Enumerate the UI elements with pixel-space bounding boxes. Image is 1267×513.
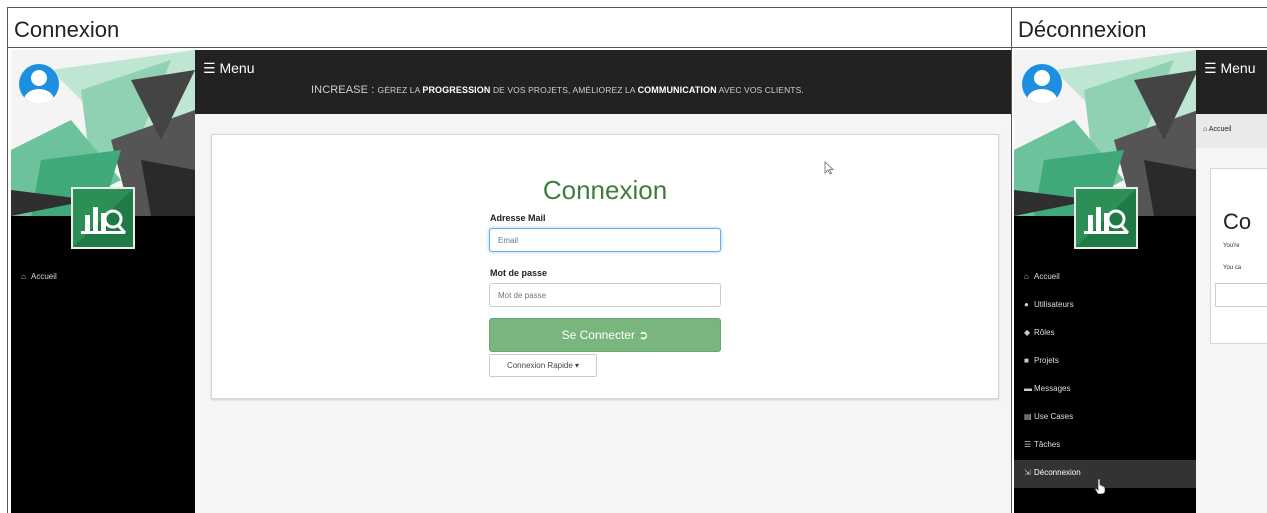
email-label: Adresse Mail	[490, 213, 546, 223]
sign-in-icon: ➲	[638, 328, 649, 342]
login-submit-button[interactable]: Se Connecter ➲	[489, 318, 721, 352]
user-icon: ●	[1024, 300, 1029, 309]
hand-cursor-icon	[1094, 478, 1106, 494]
top-navbar: ☰ Menu INCREASE : GÉREZ LA PROGRESSION D…	[195, 50, 1011, 114]
column-header-connexion: Connexion	[8, 8, 1012, 48]
sidebar-item-messages[interactable]: ▬ Messages	[1014, 376, 1196, 404]
deconnexion-screenshot: ⌂ Accueil ● Utilisateurs ◆ Rôles ■ Projets ▬…	[1012, 48, 1267, 513]
app-logo-icon	[1074, 187, 1138, 249]
caret-down-icon: ▾	[575, 361, 580, 370]
sidebar-item-taches[interactable]: ☰ Tâches	[1014, 432, 1196, 460]
tag-icon: ◆	[1024, 328, 1031, 337]
sidebar-nav: ⌂ Accueil	[11, 264, 195, 292]
book-icon: ■	[1024, 356, 1029, 365]
login-card: Connexion Adresse Mail Mot de passe Se C…	[211, 134, 999, 399]
app-tagline: INCREASE : GÉREZ LA PROGRESSION DE VOS P…	[311, 84, 804, 96]
sidebar-item-accueil[interactable]: ⌂ Accueil	[1014, 264, 1196, 292]
sign-out-icon: ⇲	[1024, 468, 1031, 477]
logout-card: Co You're You ca	[1210, 168, 1267, 344]
main-area: ☰ Menu ⌂ Accueil Co You're You ca	[1196, 50, 1267, 513]
user-avatar-icon	[1022, 64, 1062, 104]
sidebar-item-roles[interactable]: ◆ Rôles	[1014, 320, 1196, 348]
briefcase-icon: ▤	[1024, 412, 1032, 421]
hamburger-icon: ☰	[203, 60, 216, 76]
sidebar-item-accueil[interactable]: ⌂ Accueil	[11, 264, 195, 292]
sidebar-item-projets[interactable]: ■ Projets	[1014, 348, 1196, 376]
doc-table: Connexion Déconnexion ⌂ Accueil ☰ Menu I…	[7, 7, 1267, 513]
sidebar: ⌂ Accueil	[11, 50, 195, 513]
comment-icon: ▬	[1024, 384, 1032, 393]
app-logo-icon	[71, 187, 135, 249]
quick-login-dropdown[interactable]: Connexion Rapide ▾	[489, 354, 597, 377]
mouse-pointer-icon	[824, 161, 834, 175]
sidebar-nav: ⌂ Accueil ● Utilisateurs ◆ Rôles ■ Projets ▬…	[1014, 264, 1196, 488]
password-label: Mot de passe	[490, 268, 548, 278]
sidebar-item-utilisateurs[interactable]: ● Utilisateurs	[1014, 292, 1196, 320]
logout-message-line2: You ca	[1223, 265, 1242, 271]
password-input[interactable]	[489, 283, 721, 307]
top-navbar: ☰ Menu	[1196, 50, 1267, 114]
main-area: ☰ Menu INCREASE : GÉREZ LA PROGRESSION D…	[195, 50, 1011, 513]
column-header-deconnexion: Déconnexion	[1012, 8, 1267, 48]
logout-card-input[interactable]	[1215, 283, 1267, 307]
breadcrumb: ⌂ Accueil	[1196, 114, 1267, 148]
user-avatar-icon	[19, 64, 59, 104]
sidebar: ⌂ Accueil ● Utilisateurs ◆ Rôles ■ Projets ▬…	[1014, 50, 1196, 513]
sidebar-item-use-cases[interactable]: ▤ Use Cases	[1014, 404, 1196, 432]
email-input[interactable]	[489, 228, 721, 252]
login-title: Connexion	[542, 175, 668, 205]
hamburger-icon: ☰	[1204, 60, 1217, 76]
menu-button[interactable]: ☰ Menu	[203, 60, 254, 77]
home-icon: ⌂	[1024, 272, 1029, 281]
connexion-screenshot: ⌂ Accueil ☰ Menu INCREASE : GÉREZ LA PROG…	[8, 48, 1012, 513]
logout-title: Co	[1223, 209, 1252, 234]
logout-message-line1: You're	[1223, 243, 1240, 249]
home-icon: ⌂	[1203, 126, 1208, 133]
home-icon: ⌂	[21, 272, 26, 281]
list-icon: ☰	[1024, 440, 1032, 449]
menu-button[interactable]: ☰ Menu	[1204, 60, 1255, 77]
